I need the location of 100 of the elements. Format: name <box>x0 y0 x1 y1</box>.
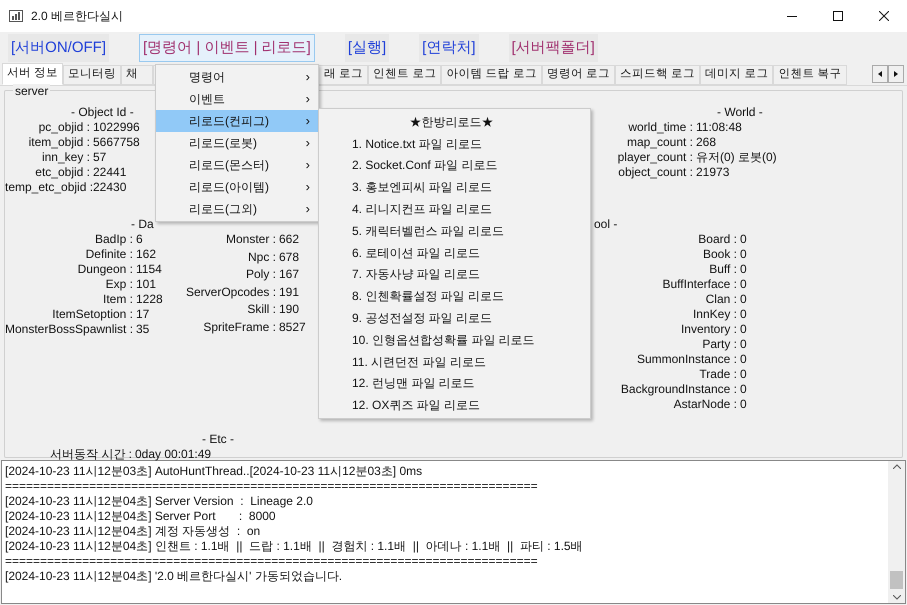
field-label: player_count : <box>616 150 694 165</box>
field-value: 8527 <box>279 320 307 336</box>
field-value: 0 <box>740 397 748 412</box>
toolbar-button[interactable]: [서버팩폴더] <box>508 34 598 62</box>
menu-item[interactable]: 이벤트 › <box>156 88 318 110</box>
field-label: Clan : <box>704 292 738 307</box>
field-label: BackgroundInstance : <box>620 382 738 397</box>
field-value: 1154 <box>136 262 163 277</box>
tab[interactable]: 인첸트 복구 <box>773 65 847 85</box>
left-arrow-icon <box>878 71 882 77</box>
menu-item[interactable]: 리로드(그외) › <box>156 198 318 220</box>
tab[interactable]: 인첸트 로그 <box>368 65 442 85</box>
field-value: 268 <box>696 135 718 150</box>
field-label: Definite : <box>84 247 134 262</box>
field-label: inn_key : <box>40 150 91 165</box>
menu-header: ★한방리로드★ <box>408 114 494 131</box>
field-label: ItemSetoption : <box>51 307 134 322</box>
field-label: Npc : <box>246 250 277 266</box>
field-value: 0 <box>740 232 748 247</box>
field-label: Dungeon : <box>76 262 134 277</box>
menu-item[interactable]: 10. 인형옵션합성확률 파일 리로드 <box>319 328 590 351</box>
log-line: ============================================================================ <box>5 479 539 494</box>
log-line: [2024-10-23 11시12분04초] Server Version : Lineage 2.0 <box>5 494 314 509</box>
toolbar-button[interactable]: [실행] <box>344 34 390 62</box>
menu-item[interactable]: 6. 로테이션 파일 리로드 <box>319 242 590 264</box>
toolbar-button[interactable]: [연락처] <box>419 34 478 62</box>
menu-item[interactable]: 5. 캐릭터벨런스 파일 리로드 <box>319 220 590 242</box>
tab[interactable]: 서버 정보 <box>2 63 64 85</box>
log-line: [2024-10-23 11시12분04초] Server Port : 8000 <box>5 509 277 524</box>
field-label: MonsterBossSpawnlist : <box>5 322 134 337</box>
field-label: Item : <box>102 292 134 307</box>
field-value: 0 <box>740 322 748 337</box>
field-label: SummonInstance : <box>636 352 738 367</box>
field-value: 0 <box>740 247 748 262</box>
menu-item[interactable]: 9. 공성전설정 파일 리로드 <box>319 307 590 329</box>
toolbar-button[interactable]: [명령어 | 이벤트 | 리로드] <box>139 34 315 62</box>
field-value: 5667758 <box>93 135 141 150</box>
field-label: BadIp : <box>94 232 134 247</box>
menu-item[interactable]: 4. 리니지컨프 파일 리로드 <box>319 198 590 220</box>
menu-item[interactable]: 12. 런닝맨 파일 리로드 <box>319 372 590 394</box>
menu-item[interactable]: 명령어 › <box>156 66 318 88</box>
scroll-right-button[interactable] <box>888 65 904 83</box>
close-icon <box>879 11 889 21</box>
field-label: Skill : <box>246 302 277 318</box>
tab[interactable]: 스피드핵 로그 <box>615 65 700 85</box>
field-label: Book : <box>702 247 738 262</box>
chevron-icon: › <box>306 177 310 197</box>
log-line: [2024-10-23 11시12분04초] 계정 자동생성 : on <box>5 524 262 539</box>
field-label: Buff : <box>708 262 738 277</box>
menu-item[interactable]: 1. Notice.txt 파일 리로드 <box>319 132 590 155</box>
field-label: Poly : <box>244 267 277 283</box>
field-value: 678 <box>279 250 300 266</box>
field-value: 190 <box>279 302 300 318</box>
right-arrow-icon <box>894 71 898 77</box>
field-value: 191 <box>279 284 300 300</box>
field-value: 0 <box>740 262 748 277</box>
field-value: 1228 <box>136 292 164 307</box>
menu-item[interactable]: 7. 자동사냥 파일 리로드 <box>319 264 590 286</box>
field-label: BuffInterface : <box>662 277 738 292</box>
menu-item[interactable]: 리로드(몬스터) › <box>156 154 318 176</box>
field-value: 22441 <box>93 165 128 180</box>
field-value: 21973 <box>696 165 730 180</box>
chevron-icon: › <box>306 111 310 131</box>
field-label: world_time : <box>627 120 694 135</box>
field-label: ServerOpcodes : <box>186 284 278 300</box>
tab[interactable]: 채 <box>121 65 154 85</box>
group-title: server <box>13 84 50 98</box>
menu-item[interactable]: 3. 홍보엔피씨 파일 리로드 <box>319 176 590 198</box>
tab[interactable]: 아이템 드랍 로그 <box>441 65 542 85</box>
menu-item[interactable]: 리로드(컨피그) › <box>156 110 318 132</box>
tab[interactable]: 데미지 로그 <box>700 65 774 85</box>
menu-item[interactable]: 8. 인첸확률설정 파일 리로드 <box>319 285 590 308</box>
field-label: Inventory : <box>680 322 738 337</box>
field-label: item_objid : <box>28 135 91 150</box>
field-value: 0 <box>740 307 748 322</box>
chevron-icon: › <box>306 133 310 153</box>
scrollbar[interactable] <box>888 461 905 603</box>
field-label: pc_objid : <box>38 120 91 135</box>
scrollbar-thumb[interactable] <box>890 571 903 589</box>
tab[interactable]: 명령어 로그 <box>542 65 615 85</box>
toolbar-button[interactable]: [서버ON/OFF] <box>8 34 109 62</box>
section-heading: - Da <box>131 217 154 232</box>
field-label: SpriteFrame : <box>202 320 277 336</box>
section-heading: - Etc - <box>202 432 234 447</box>
maximize-icon <box>833 11 843 21</box>
menu-item[interactable]: 리로드(로봇) › <box>156 132 318 154</box>
log-line: [2024-10-23 11시12분04초] 인챈트 : 1.1배 || 드랍 : 1.1배 || 경험치 : 1.1배 || 아데나 : 1.1배 || 파티 : 1.5배 <box>5 539 584 554</box>
menu-item[interactable]: 11. 시련던전 파일 리로드 <box>319 350 590 373</box>
section-heading: - World - <box>717 105 763 120</box>
menu-item[interactable]: 리로드(아이템) › <box>156 176 318 198</box>
log-line: [2024-10-23 11시12분03초] AutoHuntThread..[2024-10-23 11시12분03초] 0ms <box>5 464 424 479</box>
chevron-icon: › <box>306 199 310 219</box>
chevron-icon: › <box>306 155 310 175</box>
field-value: 0 <box>740 352 748 367</box>
menu-item[interactable]: 12. OX퀴즈 파일 리로드 <box>319 394 590 416</box>
field-value: 662 <box>279 232 300 248</box>
field-label: 서버동작 시간 : <box>48 447 133 462</box>
menu-item[interactable]: 2. Socket.Conf 파일 리로드 <box>319 154 590 176</box>
scroll-left-button[interactable] <box>872 65 888 83</box>
tab[interactable]: 모니터링 <box>63 65 122 85</box>
